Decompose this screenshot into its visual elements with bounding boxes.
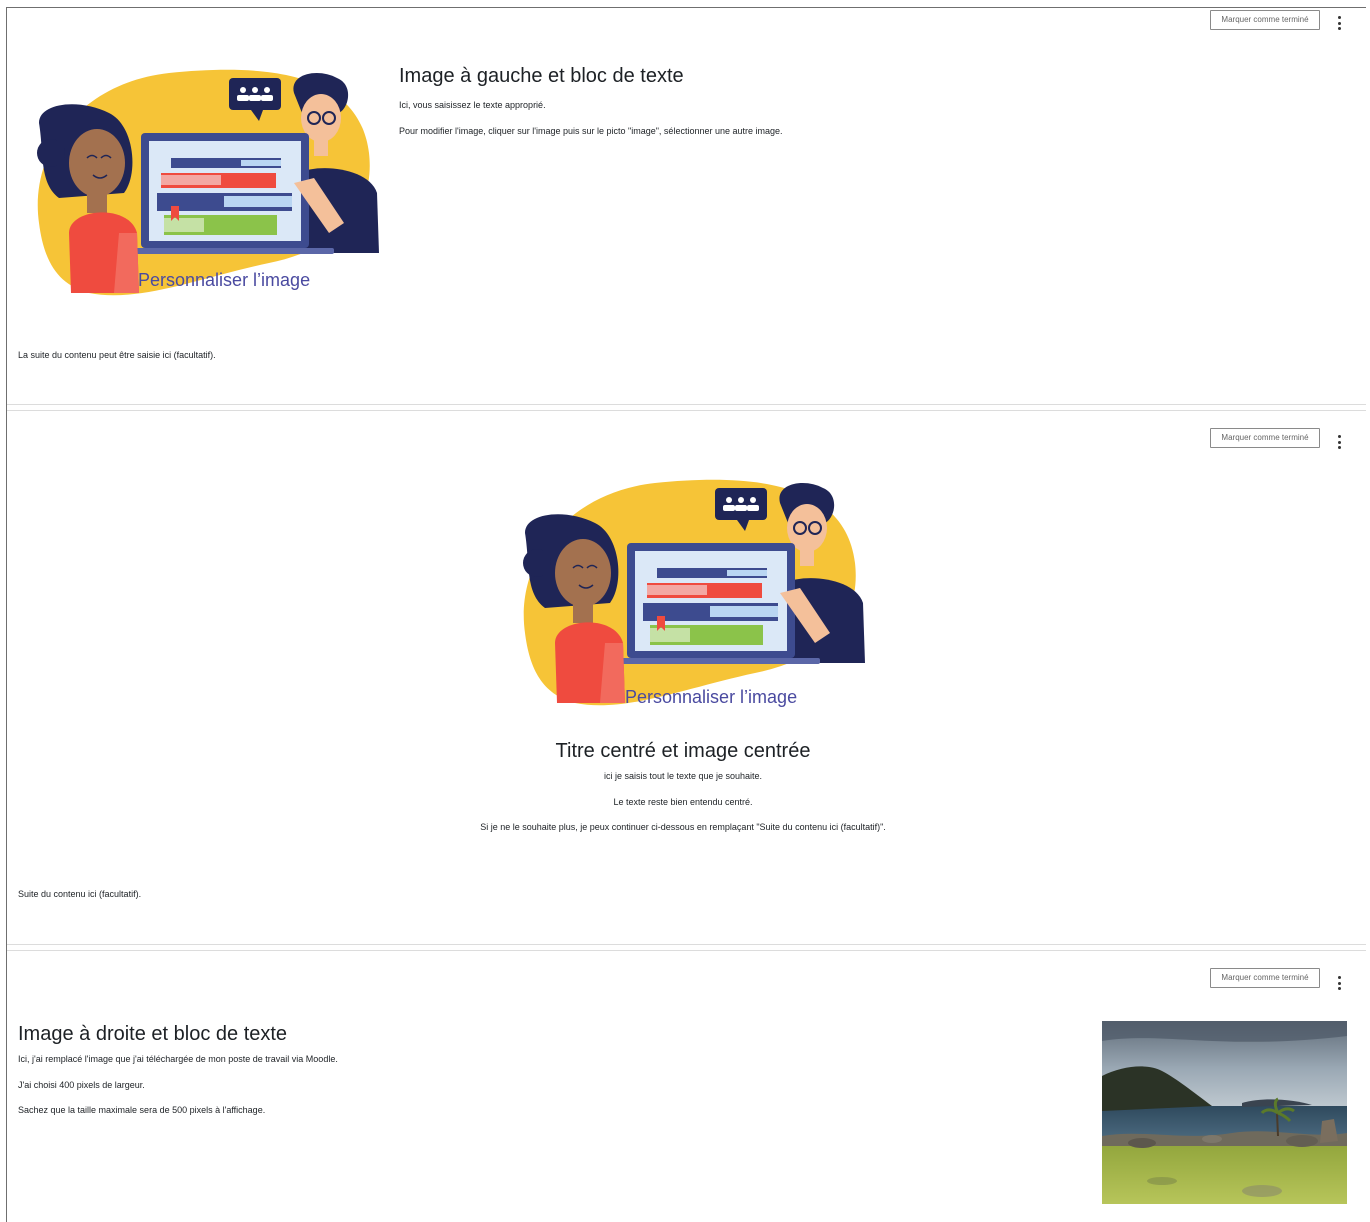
image-caption: Personnaliser l’image [138, 270, 311, 290]
kebab-menu-icon[interactable] [1336, 435, 1342, 449]
section-separator [7, 944, 1366, 951]
footer-text: La suite du contenu peut être saisie ici… [18, 350, 216, 360]
paragraph: J'ai choisi 400 pixels de largeur. [18, 1080, 145, 1090]
paragraph: Si je ne le souhaite plus, je peux conti… [480, 822, 886, 832]
illustration-image[interactable] [19, 63, 379, 303]
paragraph: Le texte reste bien entendu centré. [613, 797, 753, 807]
section-title: Titre centré et image centrée [555, 740, 811, 762]
landscape-photo[interactable] [1102, 1021, 1347, 1204]
paragraph: Ici, vous saisissez le texte approprié. [399, 100, 546, 110]
mark-complete-button[interactable]: Marquer comme terminé [1210, 968, 1320, 988]
paragraph: ici je saisis tout le texte que je souha… [603, 771, 763, 781]
section-image-right: Marquer comme terminé Image à droite et … [7, 951, 1366, 1222]
kebab-menu-icon[interactable] [1336, 976, 1342, 990]
section-centered: Marquer comme terminé Personnaliser l’im… [7, 411, 1366, 944]
footer-text: Suite du contenu ici (facultatif). [18, 889, 142, 899]
section-image-left: Marquer comme terminé Personnaliser l’im… [7, 8, 1366, 404]
illustration-image[interactable] [505, 473, 865, 713]
kebab-menu-icon[interactable] [1336, 16, 1342, 30]
mark-complete-button[interactable]: Marquer comme terminé [1210, 428, 1320, 448]
section-title: Image à droite et bloc de texte [18, 1023, 288, 1045]
section-separator [7, 404, 1366, 411]
paragraph: Pour modifier l'image, cliquer sur l'ima… [399, 126, 783, 136]
paragraph: Sachez que la taille maximale sera de 50… [18, 1105, 266, 1115]
image-caption: Personnaliser l’image [625, 687, 798, 707]
paragraph: Ici, j'ai remplacé l'image que j'ai télé… [18, 1054, 338, 1064]
section-title: Image à gauche et bloc de texte [399, 65, 684, 87]
mark-complete-button[interactable]: Marquer comme terminé [1210, 10, 1320, 30]
